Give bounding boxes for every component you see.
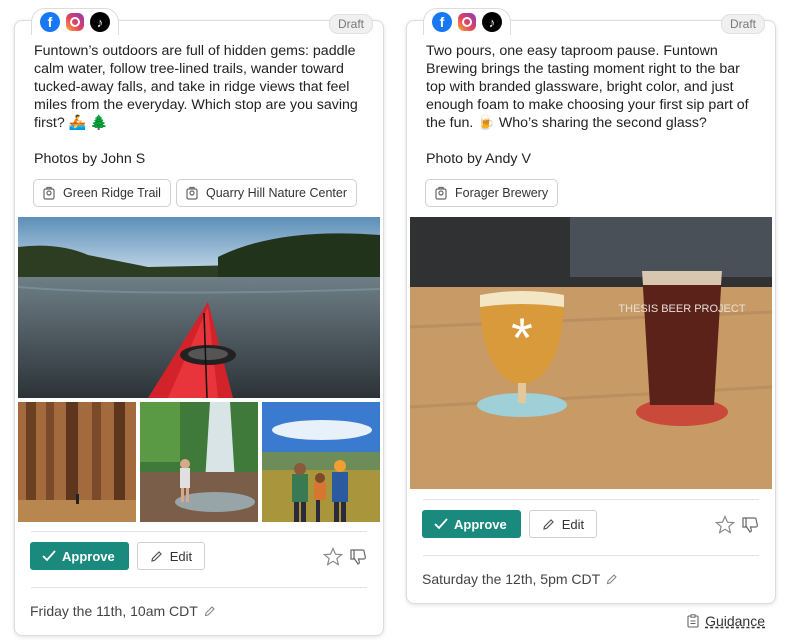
clipboard-icon [687,614,699,628]
glass-print-right: THESIS BEER PROJECT [618,303,745,315]
location-pin-icon [186,186,198,200]
status-badge: Draft [720,14,765,34]
approve-label: Approve [454,516,507,532]
post-card-1: f ♪ Draft Funtown’s outdoors are full of… [14,8,384,636]
post-actions: Approve Edit [30,542,206,570]
post-card-2: f ♪ Draft Two pours, one easy taproom pa… [406,8,776,604]
location-tag[interactable]: Quarry Hill Nature Center [175,179,357,207]
instagram-icon[interactable] [458,13,476,31]
tiktok-icon[interactable]: ♪ [482,12,502,32]
post-body[interactable]: Funtown’s outdoors are full of hidden ge… [34,42,364,132]
ridge-view-photo[interactable] [262,402,380,522]
location-pin-icon [43,186,55,200]
location-tag[interactable]: Green Ridge Trail [33,179,171,207]
location-tag-label: Forager Brewery [455,186,549,200]
schedule-time[interactable]: Friday the 11th, 10am CDT [30,603,216,619]
rating-controls [323,547,367,567]
waterfall-photo[interactable] [140,402,258,522]
edit-label: Edit [561,516,585,532]
star-icon[interactable] [323,547,343,567]
network-tabs: f ♪ [31,8,119,35]
schedule-label: Saturday the 12th, 5pm CDT [422,571,601,587]
location-tags: Green Ridge Trail Quarry Hill Nature Cen… [33,179,357,207]
pencil-icon[interactable] [606,573,618,585]
photo-thumbnails [18,402,380,522]
facebook-icon[interactable]: f [40,12,60,32]
pencil-icon[interactable] [204,605,216,617]
guidance-label: Guidance [705,613,765,629]
location-tag[interactable]: Forager Brewery [425,179,559,207]
status-badge: Draft [328,14,373,34]
divider [423,499,759,500]
photo-credit: Photo by Andy V [426,151,531,167]
edit-button[interactable]: Edit [136,542,206,570]
thumbs-down-icon[interactable] [741,516,759,534]
facebook-icon[interactable]: f [432,12,452,32]
rating-controls [715,515,759,535]
forest-trail-photo[interactable] [18,402,136,522]
approve-button[interactable]: Approve [30,542,129,570]
divider [423,555,759,556]
divider [31,587,367,588]
check-icon [42,550,56,562]
tiktok-icon[interactable]: ♪ [90,12,110,32]
post-actions: Approve Edit [422,510,598,538]
edit-button[interactable]: Edit [528,510,598,538]
approve-label: Approve [62,548,115,564]
schedule-time[interactable]: Saturday the 12th, 5pm CDT [422,571,618,587]
schedule-label: Friday the 11th, 10am CDT [30,603,198,619]
star-icon[interactable] [715,515,735,535]
instagram-icon[interactable] [66,13,84,31]
approve-button[interactable]: Approve [422,510,521,538]
post-body[interactable]: Two pours, one easy taproom pause. Funto… [426,42,756,132]
beer-glasses-photo[interactable]: * THESIS BEER PROJECT [410,217,772,489]
glass-print-left: * [511,306,533,369]
edit-label: Edit [169,548,193,564]
location-tag-label: Quarry Hill Nature Center [205,186,347,200]
pencil-icon [542,518,554,530]
thumbs-down-icon[interactable] [349,548,367,566]
location-tag-label: Green Ridge Trail [63,186,161,200]
pencil-icon [150,550,162,562]
photo-credit: Photos by John S [34,151,146,167]
divider [31,531,367,532]
location-tags: Forager Brewery [425,179,559,207]
location-pin-icon [435,186,447,200]
check-icon [434,518,448,530]
kayak-lake-photo[interactable] [18,217,380,398]
guidance-link[interactable]: Guidance [687,613,765,629]
network-tabs: f ♪ [423,8,511,35]
